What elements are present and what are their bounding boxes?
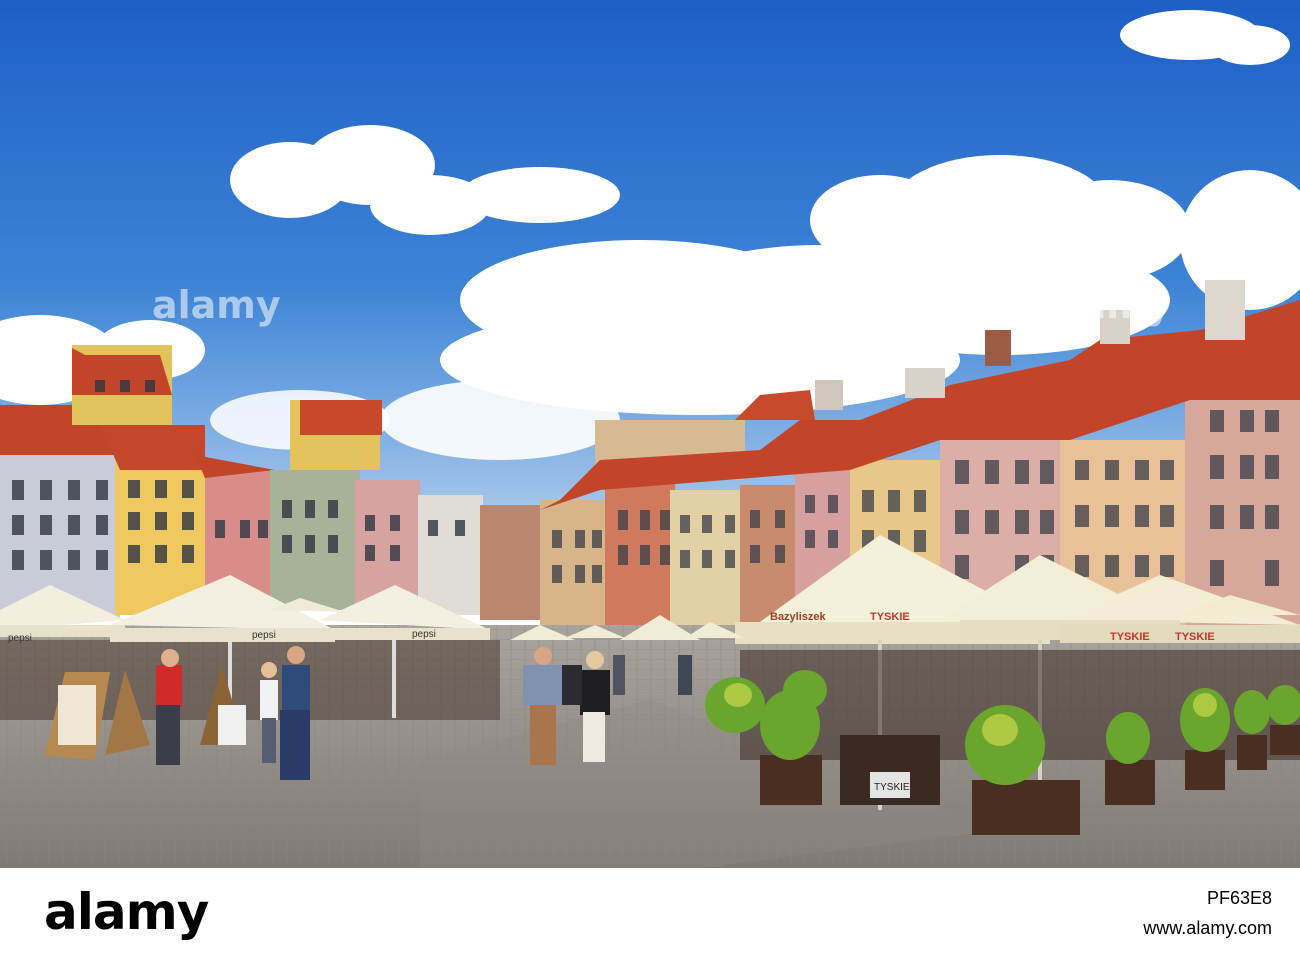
umbrella-logo: pepsi <box>252 630 276 641</box>
watermark: alamy <box>1042 283 1171 327</box>
image-stage: pepsi pepsi pepsi Bazyliszek TYSKIE TYSK… <box>0 0 1300 956</box>
watermark: alamy <box>152 283 281 327</box>
market-square-photo: pepsi pepsi pepsi Bazyliszek TYSKIE TYSK… <box>0 0 1300 868</box>
image-id-label: PF63E8 <box>1206 888 1272 908</box>
umbrella-logo: pepsi <box>412 629 436 640</box>
umbrella-logo: TYSKIE <box>870 611 910 623</box>
umbrella-logo: Bazyliszek <box>770 611 827 623</box>
photo-canvas: pepsi pepsi pepsi Bazyliszek TYSKIE TYSK… <box>0 0 1300 868</box>
fence-sign: TYSKIE <box>874 782 910 793</box>
stock-footer-bar: alamy PF63E8 www.alamy.com <box>0 868 1300 956</box>
site-url-label: www.alamy.com <box>1143 918 1272 938</box>
umbrella-logo: pepsi <box>8 633 32 644</box>
umbrella-logo: TYSKIE <box>1110 631 1150 643</box>
umbrella-logo: TYSKIE <box>1175 631 1215 643</box>
alamy-logo: alamy <box>44 883 209 941</box>
